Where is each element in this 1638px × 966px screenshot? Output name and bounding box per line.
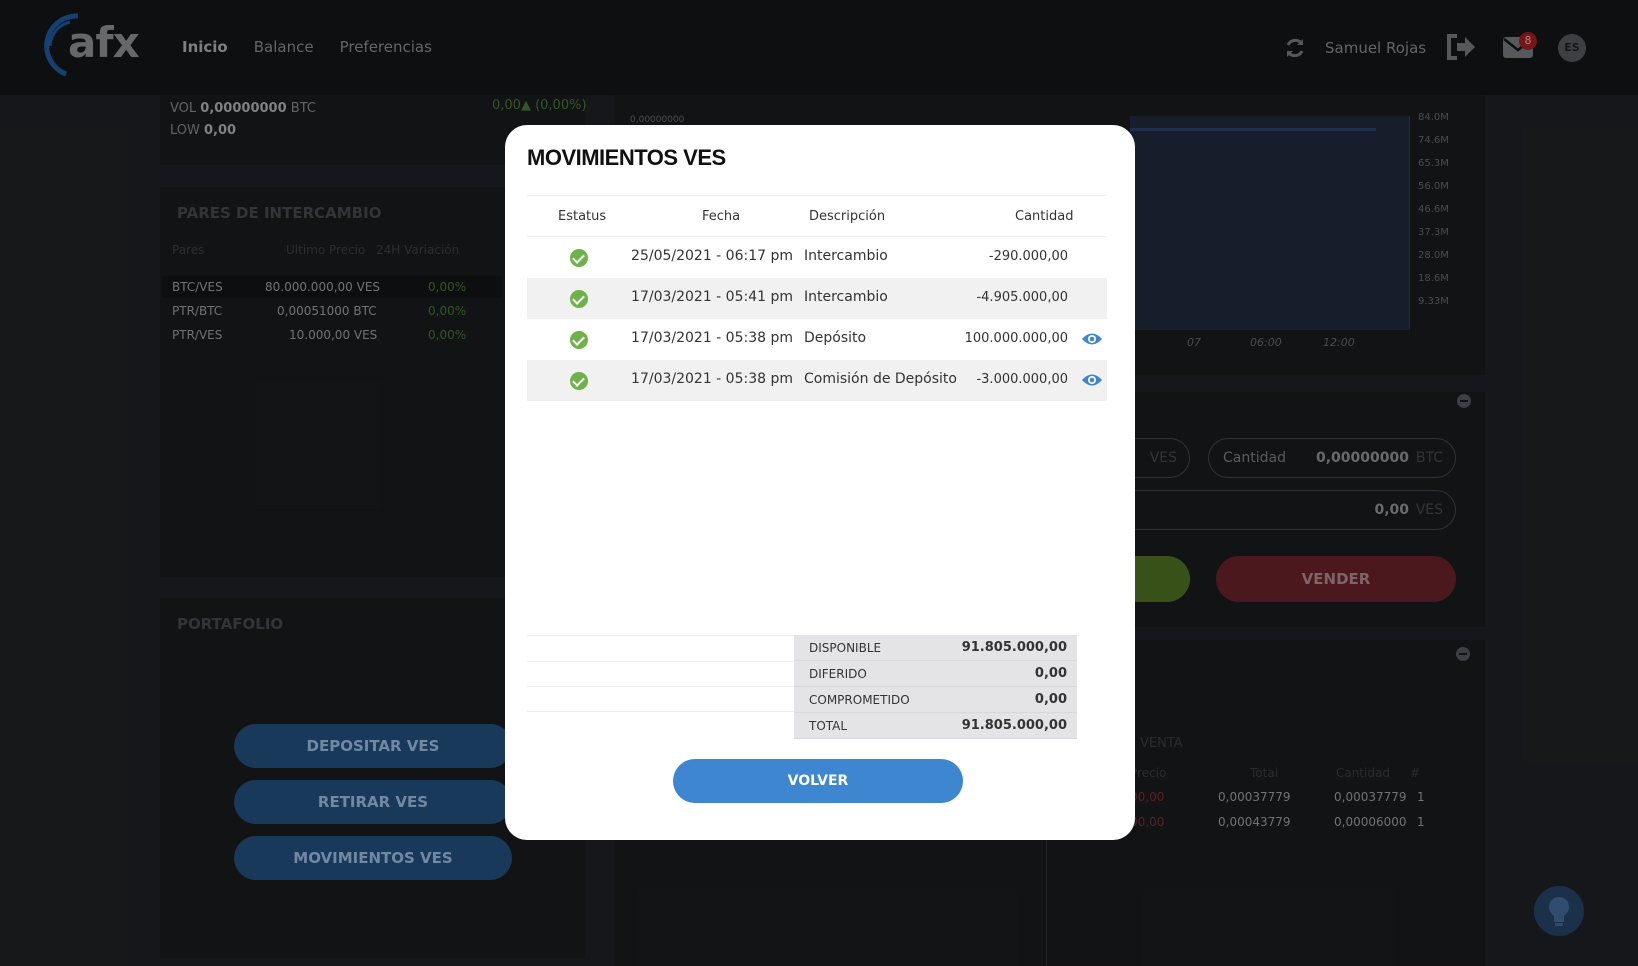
movement-description: Depósito	[804, 330, 867, 346]
summary-value: 91.805.000,00	[961, 640, 1067, 655]
summary-row-disponible: DISPONIBLE 91.805.000,00	[794, 635, 1077, 661]
eye-icon[interactable]	[1081, 332, 1103, 350]
summary-value: 91.805.000,00	[961, 718, 1067, 733]
movements-modal: MOVIMIENTOS VES Estatus Fecha Descripció…	[505, 125, 1135, 840]
summary-row-comprometido: COMPROMETIDO 0,00	[794, 687, 1077, 713]
movement-description: Comisión de Depósito	[804, 371, 957, 387]
movement-amount: -3.000.000,00	[976, 372, 1068, 387]
movement-description: Intercambio	[804, 248, 888, 264]
movements-table-header: Estatus Fecha Descripción Cantidad	[527, 195, 1107, 237]
movement-row[interactable]: 17/03/2021 - 05:41 pm Intercambio -4.905…	[527, 278, 1107, 319]
summary-row-diferido: DIFERIDO 0,00	[794, 661, 1077, 687]
movement-amount: 100.000.000,00	[964, 331, 1068, 346]
summary-value: 0,00	[1034, 666, 1067, 681]
col-amount: Cantidad	[1015, 209, 1074, 224]
col-date: Fecha	[702, 209, 741, 224]
movement-description: Intercambio	[804, 289, 888, 305]
movement-date: 17/03/2021 - 05:38 pm	[631, 371, 793, 387]
movement-date: 17/03/2021 - 05:38 pm	[631, 330, 793, 346]
status-check-icon	[570, 290, 588, 308]
summary-row-total: TOTAL 91.805.000,00	[794, 713, 1077, 739]
status-check-icon	[570, 372, 588, 390]
col-status: Estatus	[558, 209, 607, 224]
back-button[interactable]: VOLVER	[673, 759, 963, 803]
status-check-icon	[570, 249, 588, 267]
movement-amount: -4.905.000,00	[976, 290, 1068, 305]
movement-amount: -290.000,00	[988, 249, 1068, 264]
modal-title: MOVIMIENTOS VES	[527, 145, 726, 170]
col-description: Descripción	[809, 209, 886, 224]
summary-label: DISPONIBLE	[809, 641, 882, 655]
movement-row[interactable]: 25/05/2021 - 06:17 pm Intercambio -290.0…	[527, 237, 1107, 278]
movement-date: 17/03/2021 - 05:41 pm	[631, 289, 793, 305]
summary-label: COMPROMETIDO	[809, 693, 910, 707]
summary-label: DIFERIDO	[809, 667, 867, 681]
movement-row[interactable]: 17/03/2021 - 05:38 pm Depósito 100.000.0…	[527, 319, 1107, 360]
summary-value: 0,00	[1034, 692, 1067, 707]
movement-date: 25/05/2021 - 06:17 pm	[631, 248, 793, 264]
movement-row[interactable]: 17/03/2021 - 05:38 pm Comisión de Depósi…	[527, 360, 1107, 401]
summary-label: TOTAL	[809, 719, 848, 733]
status-check-icon	[570, 331, 588, 349]
eye-icon[interactable]	[1081, 373, 1103, 391]
